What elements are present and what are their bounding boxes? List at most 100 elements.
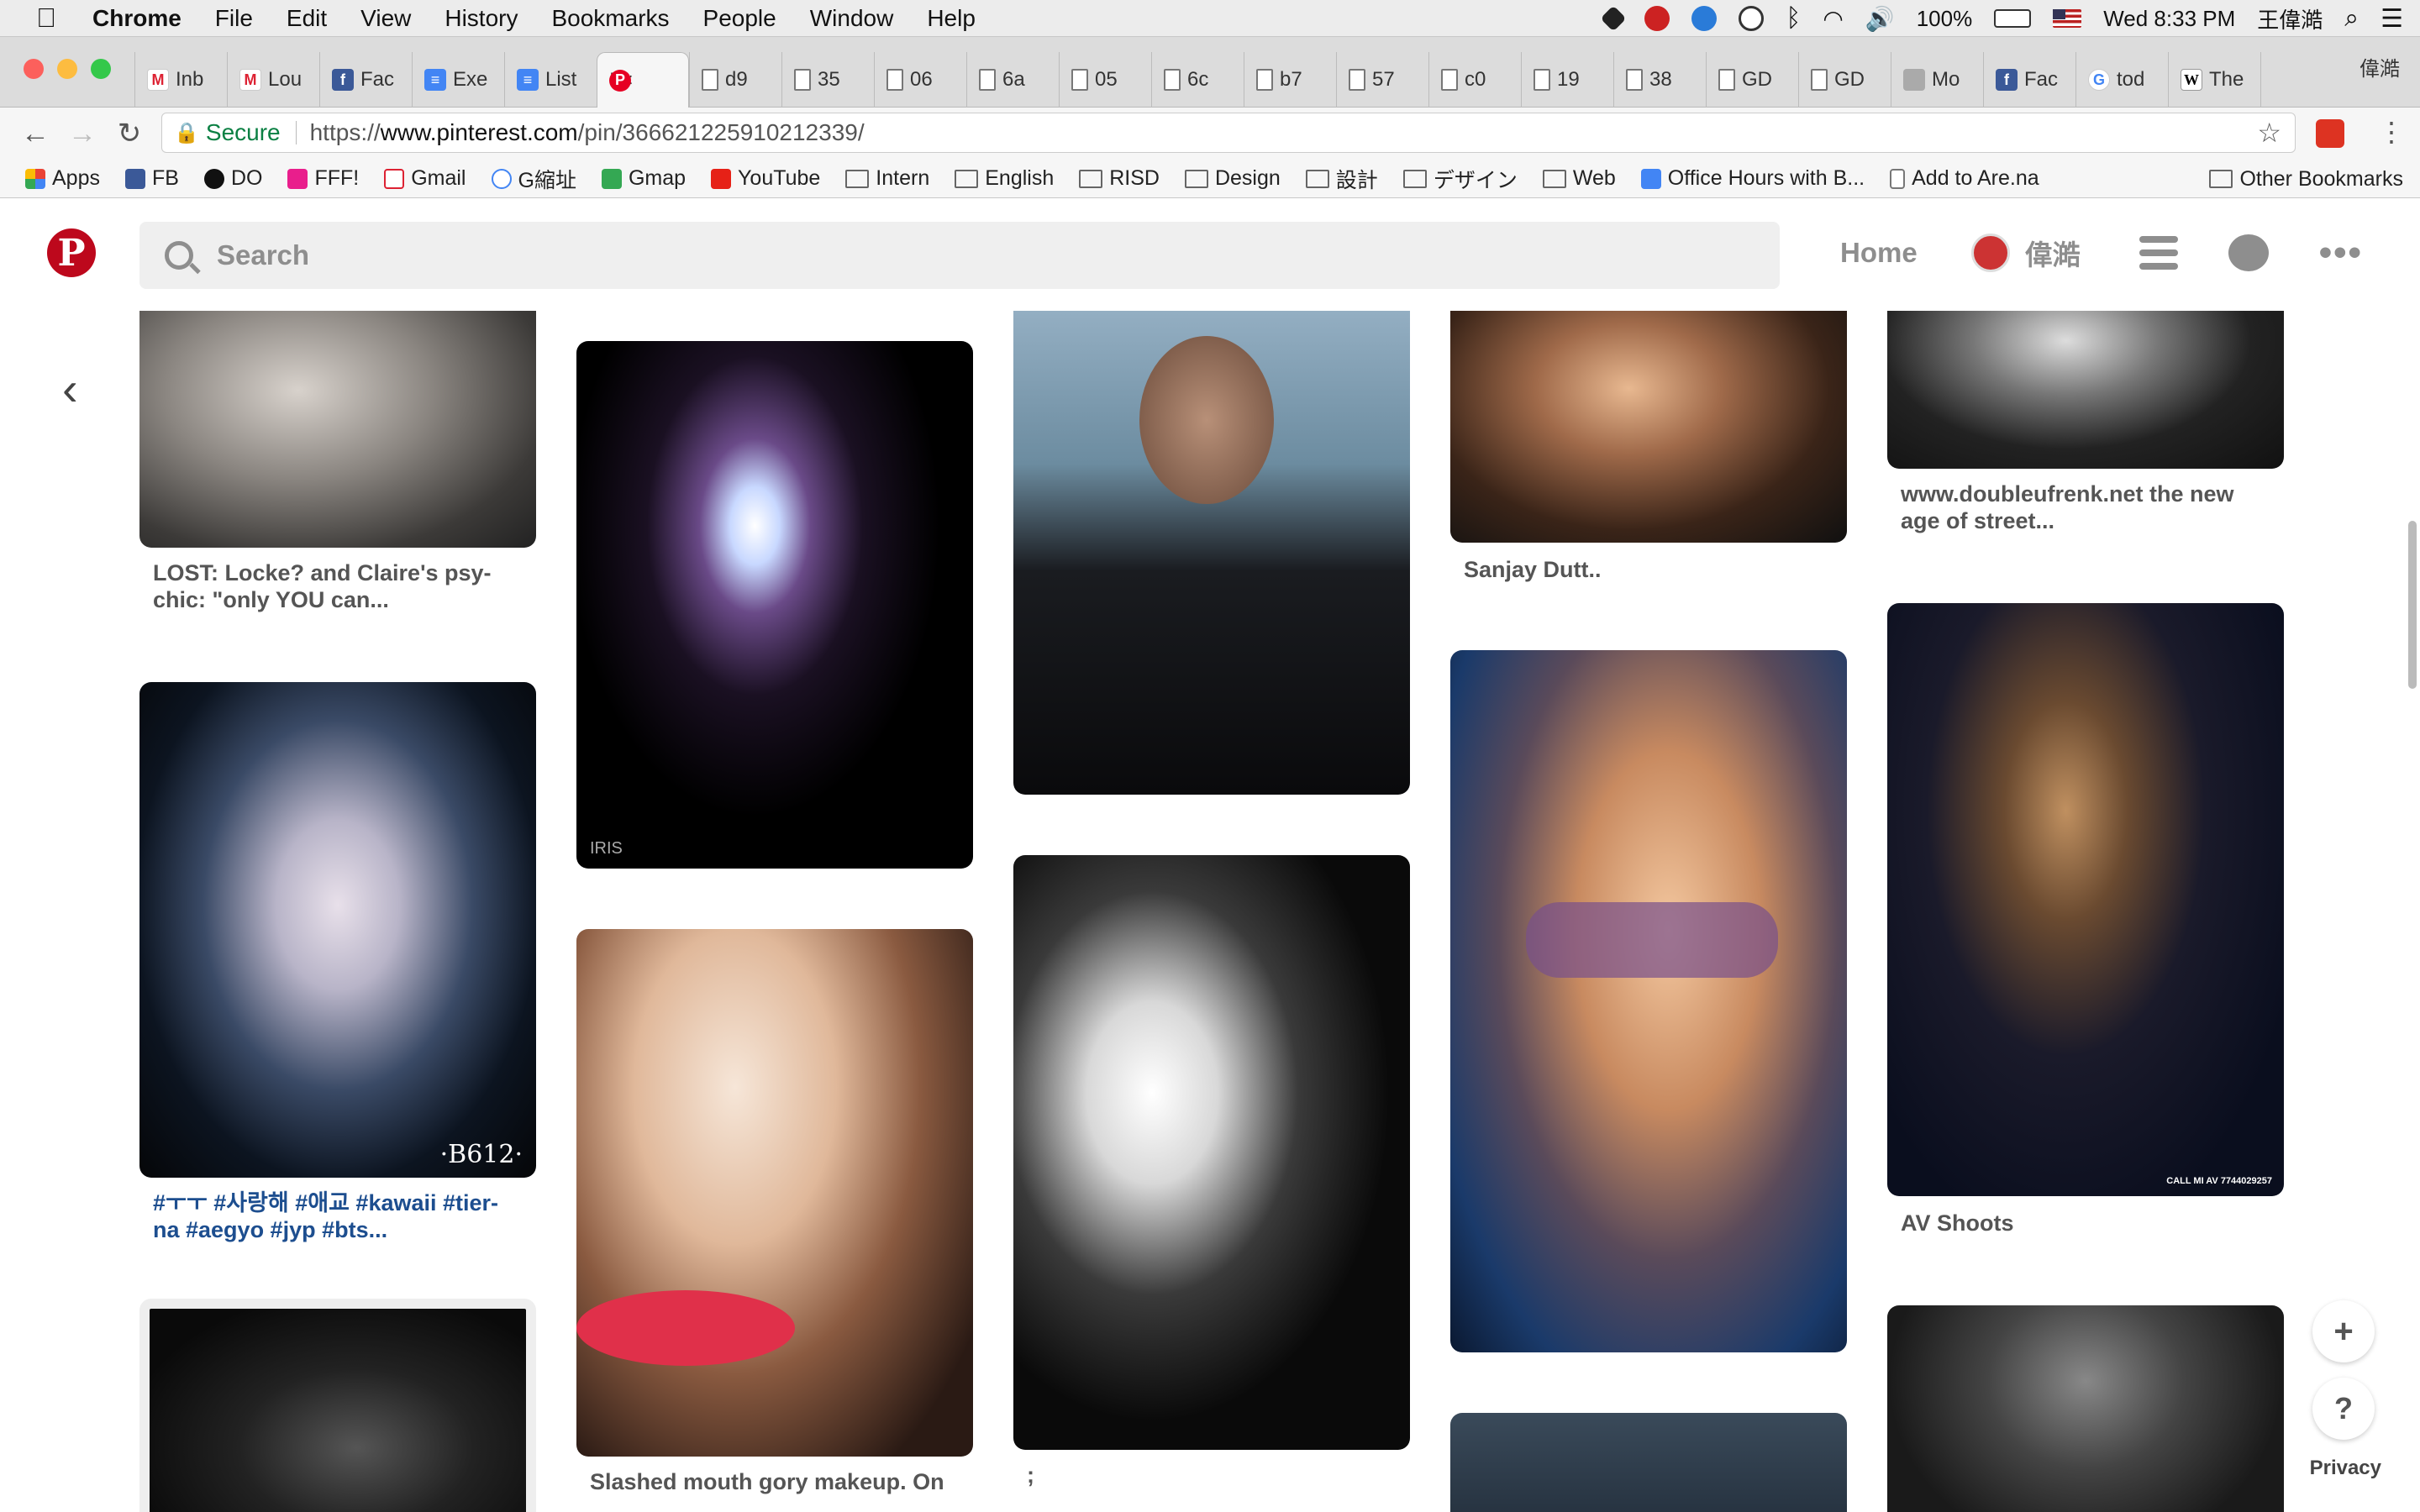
bookmark-youtube[interactable]: YouTube: [711, 166, 820, 191]
browser-tab[interactable]: 6a: [966, 52, 1059, 108]
more-icon[interactable]: •••: [2319, 232, 2363, 274]
bookmark-gmap[interactable]: Gmap: [601, 166, 686, 191]
pin-caption[interactable]: Sanjay Dutt..: [1464, 556, 1850, 583]
pin-image[interactable]: CALL MI AV 7744029257: [1887, 603, 2284, 1196]
other-bookmarks[interactable]: Other Bookmarks: [2209, 160, 2403, 198]
pin-image[interactable]: [1887, 311, 2284, 469]
browser-tab[interactable]: 06: [874, 52, 966, 108]
menu-app-name[interactable]: Chrome: [92, 5, 182, 32]
avatar[interactable]: [1970, 234, 2010, 272]
forward-arrow-icon[interactable]: →: [59, 118, 106, 150]
pin-image[interactable]: [1450, 650, 1847, 1352]
wifi-icon[interactable]: ◠: [1823, 5, 1843, 33]
menu-file[interactable]: File: [215, 5, 253, 32]
creative-cloud-icon[interactable]: [1644, 6, 1670, 31]
bookmark-fb[interactable]: FB: [124, 166, 179, 191]
bookmark-do[interactable]: DO: [203, 166, 262, 191]
chrome-profile-name[interactable]: 偉澔: [2360, 52, 2400, 81]
bookmark-star-icon[interactable]: ☆: [2257, 117, 2281, 149]
browser-tab[interactable]: ≡ Exe: [412, 52, 504, 108]
bookmark-folder-design-zh[interactable]: 設計: [1305, 164, 1378, 194]
url-text[interactable]: https://www.pinterest.com/pin/3666212259…: [310, 119, 865, 146]
browser-tab[interactable]: M Inb: [134, 52, 227, 108]
add-pin-button[interactable]: +: [2312, 1300, 2375, 1362]
pin-caption[interactable]: www.doubleufrenk.net the new age of stree…: [1901, 480, 2287, 534]
menu-help[interactable]: Help: [927, 5, 976, 32]
extension-icon[interactable]: [2316, 119, 2344, 148]
bookmark-folder-intern[interactable]: Intern: [845, 166, 929, 191]
pinterest-logo-icon[interactable]: P: [47, 228, 96, 277]
minimize-window-button[interactable]: [57, 59, 77, 79]
messages-icon[interactable]: [2228, 234, 2269, 271]
battery-icon[interactable]: [1994, 9, 2032, 28]
browser-tab[interactable]: d9: [689, 52, 781, 108]
menubar-clock[interactable]: Wed 8:33 PM: [2103, 6, 2235, 32]
browser-tab[interactable]: Mo: [1891, 52, 1983, 108]
menubar-user[interactable]: 王偉澔: [2257, 3, 2323, 34]
bookmark-folder-design-ja[interactable]: デザイン: [1402, 164, 1518, 194]
pin-caption[interactable]: ;: [1027, 1462, 1413, 1488]
menu-edit[interactable]: Edit: [287, 5, 327, 32]
browser-tab[interactable]: 35: [781, 52, 874, 108]
browser-tab[interactable]: Gtod: [2075, 52, 2168, 108]
browser-tab[interactable]: M Lou: [227, 52, 319, 108]
spotlight-icon[interactable]: ⌕: [2344, 4, 2359, 33]
new-tab-button[interactable]: [2260, 52, 2319, 108]
browser-tab[interactable]: b7: [1244, 52, 1336, 108]
pin-image[interactable]: [139, 311, 536, 548]
menu-window[interactable]: Window: [810, 5, 894, 32]
pin-caption[interactable]: LOST: Locke? and Claire's psy-chic: "onl…: [153, 559, 539, 613]
search-input[interactable]: Search: [139, 222, 1780, 289]
close-window-button[interactable]: [24, 59, 44, 79]
pin-image[interactable]: [139, 1299, 536, 1512]
time-machine-icon[interactable]: [1739, 6, 1765, 31]
browser-tab[interactable]: f Fac: [319, 52, 412, 108]
lock-icon[interactable]: 🔒: [174, 121, 199, 145]
pin-caption[interactable]: AV Shoots: [1901, 1210, 2287, 1236]
pin-image[interactable]: [576, 929, 973, 1457]
apple-icon[interactable]: : [0, 3, 92, 34]
help-button[interactable]: ?: [2312, 1378, 2375, 1440]
address-bar[interactable]: 🔒 Secure https://www.pinterest.com/pin/3…: [161, 113, 2296, 153]
pin-image[interactable]: [1013, 311, 1410, 795]
browser-tab[interactable]: 6c: [1151, 52, 1244, 108]
privacy-link[interactable]: Privacy: [2310, 1457, 2381, 1480]
pin-image[interactable]: [1450, 1413, 1847, 1512]
browser-tab[interactable]: ≡ List: [504, 52, 597, 108]
browser-tab[interactable]: f Fac: [1983, 52, 2075, 108]
profile-link[interactable]: 偉澔: [2025, 233, 2081, 273]
pin-caption[interactable]: #ㅜㅜ #사랑해 #애교 #kawaii #tier-na #aegyo #jy…: [153, 1189, 539, 1243]
pin-image[interactable]: ·B612·: [139, 682, 536, 1178]
bookmark-apps[interactable]: Apps: [25, 166, 100, 191]
zoom-window-button[interactable]: [91, 59, 111, 79]
bookmark-folder-web[interactable]: Web: [1542, 166, 1616, 191]
browser-tab[interactable]: GD: [1798, 52, 1891, 108]
bookmark-office-hours[interactable]: Office Hours with B...: [1640, 166, 1865, 191]
dropbox-icon[interactable]: [1600, 5, 1627, 32]
browser-tab[interactable]: c0: [1428, 52, 1521, 108]
notification-center-icon[interactable]: ☰: [2381, 4, 2403, 34]
scrollbar-thumb[interactable]: [2408, 521, 2417, 689]
bookmark-g-shortener[interactable]: G縮址: [491, 164, 576, 194]
browser-tab-active[interactable]: PI×: [597, 52, 689, 108]
reload-icon[interactable]: ↻: [106, 117, 153, 150]
pin-image[interactable]: IRIS: [576, 341, 973, 869]
browser-tab[interactable]: 05: [1059, 52, 1151, 108]
back-chevron-icon[interactable]: ‹: [62, 361, 78, 416]
back-arrow-icon[interactable]: ←: [12, 118, 59, 150]
bookmark-folder-risd[interactable]: RISD: [1079, 166, 1160, 191]
browser-tab[interactable]: 19: [1521, 52, 1613, 108]
menu-bookmarks[interactable]: Bookmarks: [551, 5, 669, 32]
menu-history[interactable]: History: [445, 5, 518, 32]
chrome-menu-icon[interactable]: ⋮: [2378, 116, 2405, 148]
pin-image[interactable]: [1450, 311, 1847, 543]
shazam-icon[interactable]: [1691, 6, 1718, 31]
home-link[interactable]: Home: [1840, 237, 1918, 269]
browser-tab[interactable]: 38: [1613, 52, 1706, 108]
bookmark-arena[interactable]: Add to Are.na: [1890, 166, 2039, 191]
pin-caption[interactable]: Slashed mouth gory makeup. On: [590, 1468, 976, 1495]
bluetooth-icon[interactable]: ᛒ: [1786, 4, 1801, 33]
menu-icon[interactable]: [2139, 236, 2178, 270]
bookmark-folder-design[interactable]: Design: [1184, 166, 1281, 191]
browser-tab[interactable]: W The: [2168, 52, 2260, 108]
